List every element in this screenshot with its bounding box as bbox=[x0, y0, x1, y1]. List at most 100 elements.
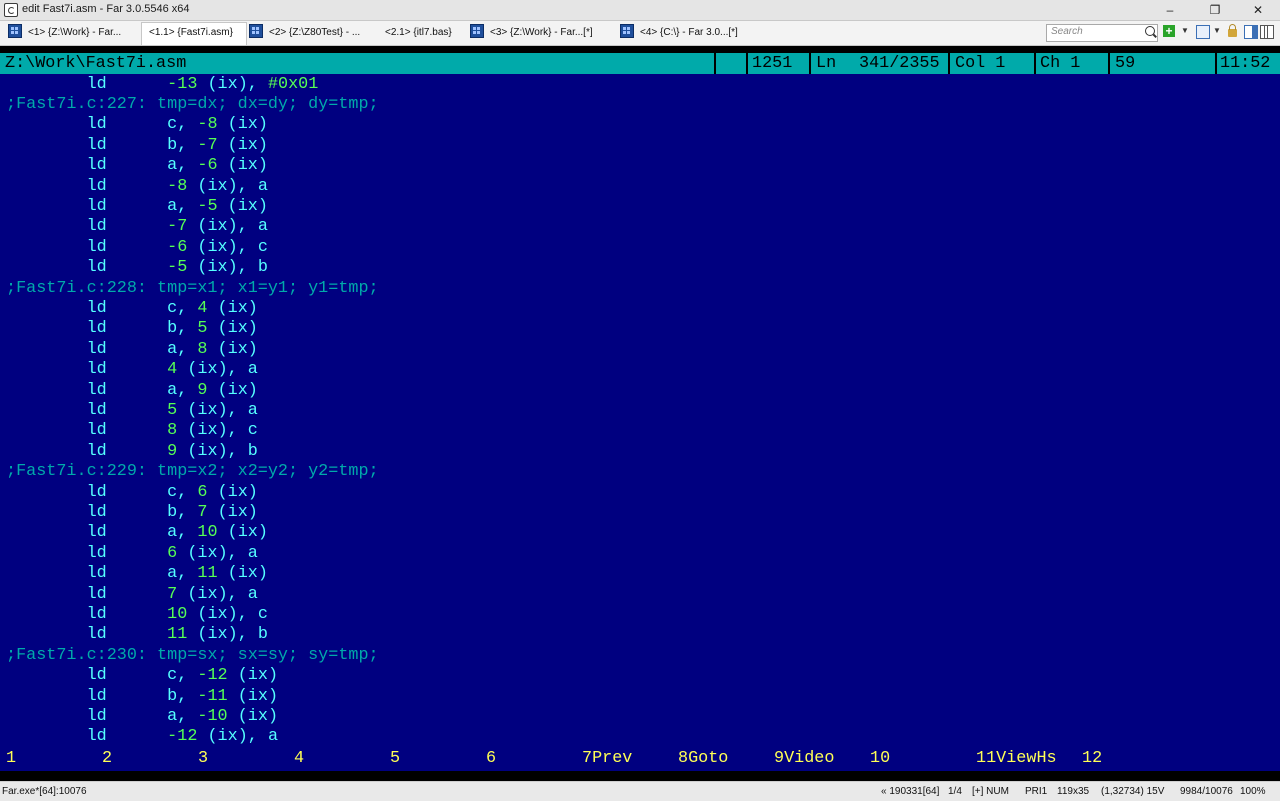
tab-label: <2> {Z:\Z80Test} - ... bbox=[269, 27, 361, 38]
line-label: Ln bbox=[816, 54, 837, 73]
tab-label: <4> {C:\} - Far 3.0...[*] bbox=[640, 27, 738, 38]
chevron-down-icon[interactable]: ▼ bbox=[1213, 26, 1221, 35]
tab-2-1-editor[interactable]: <2.1> {itl7.bas} bbox=[385, 23, 465, 43]
buffer-position: « 190331[64] bbox=[881, 786, 940, 797]
process-info: Far.exe*[64]:10076 bbox=[2, 786, 87, 797]
codepage: 1251 bbox=[752, 54, 793, 73]
code-line: ld -7 (ix), a bbox=[86, 217, 268, 237]
console-status-bar: Far.exe*[64]:10076 « 190331[64] 1/4 [+] … bbox=[0, 781, 1280, 801]
console-area[interactable]: Z:\Work\Fast7i.asm 1251 Ln 341/2355 Col … bbox=[0, 46, 1280, 781]
code-line: ld -5 (ix), b bbox=[86, 258, 268, 278]
f7-key[interactable]: 7Prev bbox=[582, 749, 632, 769]
fkey-number: 5 bbox=[390, 749, 401, 768]
search-input[interactable]: Search bbox=[1046, 24, 1158, 42]
tab-4-far[interactable]: <4> {C:\} - Far 3.0...[*] bbox=[620, 23, 760, 43]
f5-key[interactable]: 5 bbox=[390, 749, 400, 769]
fkey-number: 1 bbox=[6, 749, 17, 768]
editor-status-line: Z:\Work\Fast7i.asm 1251 Ln 341/2355 Col … bbox=[0, 53, 1280, 74]
fkey-number: 7 bbox=[582, 749, 593, 768]
f6-key[interactable]: 6 bbox=[486, 749, 496, 769]
f4-key[interactable]: 4 bbox=[294, 749, 304, 769]
far-app-icon bbox=[4, 3, 18, 17]
char-code: 59 bbox=[1115, 54, 1136, 73]
console-size: 119x35 bbox=[1057, 786, 1090, 797]
search-icon[interactable] bbox=[1145, 26, 1155, 36]
priority: PRI1 bbox=[1025, 786, 1048, 797]
code-line: ld a, 10 (ix) bbox=[86, 523, 268, 543]
line-position: 341/2355 bbox=[859, 54, 940, 73]
minimize-button[interactable]: – bbox=[1148, 0, 1192, 20]
code-line: ld -8 (ix), a bbox=[86, 176, 268, 196]
function-key-bar: 1 2 3 4 5 6 7Prev 8Goto 9Video 10 11ViewHs 12 bbox=[0, 749, 1280, 771]
tab-3-far[interactable]: <3> {Z:\Work} - Far...[*] bbox=[470, 23, 616, 43]
fkey-label: Prev bbox=[592, 749, 633, 768]
fkey-number: 8 bbox=[678, 749, 689, 768]
tab-label: <1> {Z:\Work} - Far... bbox=[28, 27, 122, 38]
code-line: ld c, -12 (ix) bbox=[86, 666, 279, 686]
code-comment-line: ;Fast7i.c:228: tmp=x1; x1=y1; y1=tmp; bbox=[6, 278, 379, 298]
code-comment-line: ;Fast7i.c:230: tmp=sx; sx=sy; sy=tmp; bbox=[6, 645, 379, 665]
tab-bar: <1> {Z:\Work} - Far... <1.1> {Fast7i.asm… bbox=[0, 21, 1280, 46]
code-line: ld 8 (ix), c bbox=[86, 421, 258, 441]
f10-key[interactable]: 10 bbox=[870, 749, 890, 769]
code-line: ld a, 9 (ix) bbox=[86, 380, 258, 400]
code-line: ld a, -6 (ix) bbox=[86, 156, 268, 176]
page-indicator: 1/4 bbox=[948, 786, 962, 797]
code-line: ld -13 (ix), #0x01 bbox=[86, 74, 319, 94]
fkey-label: Video bbox=[784, 749, 835, 768]
code-line: ld 7 (ix), a bbox=[86, 584, 258, 604]
columns-icon[interactable] bbox=[1260, 25, 1274, 39]
tab-label: <2.1> {itl7.bas} bbox=[385, 27, 452, 38]
code-line: ld c, -8 (ix) bbox=[86, 115, 268, 135]
f12-key[interactable]: 12 bbox=[1082, 749, 1102, 769]
fkey-number: 11 bbox=[976, 749, 997, 768]
f8-key[interactable]: 8Goto bbox=[678, 749, 728, 769]
chevron-down-icon[interactable]: ▼ bbox=[1181, 26, 1189, 35]
code-line: ld a, 11 (ix) bbox=[86, 564, 268, 584]
keyboard-modes: [+] NUM bbox=[972, 786, 1009, 797]
code-line: ld -6 (ix), c bbox=[86, 237, 268, 257]
file-path: Z:\Work\Fast7i.asm bbox=[5, 54, 187, 73]
clock: 11:52 bbox=[1220, 54, 1271, 73]
plus-icon[interactable]: + bbox=[1163, 25, 1175, 37]
far-console-icon bbox=[8, 24, 22, 39]
far-console-icon bbox=[470, 24, 484, 39]
grid-icon[interactable] bbox=[1196, 25, 1210, 39]
fkey-number: 2 bbox=[102, 749, 113, 768]
code-line: ld b, 5 (ix) bbox=[86, 319, 258, 339]
tab-2-far[interactable]: <2> {Z:\Z80Test} - ... bbox=[249, 23, 377, 43]
close-button[interactable]: ✕ bbox=[1236, 0, 1280, 20]
tab-1-far[interactable]: <1> {Z:\Work} - Far... bbox=[8, 23, 140, 43]
f3-key[interactable]: 3 bbox=[198, 749, 208, 769]
f2-key[interactable]: 2 bbox=[102, 749, 112, 769]
code-line: ld -12 (ix), a bbox=[86, 727, 279, 747]
search-placeholder: Search bbox=[1051, 26, 1083, 37]
lock-icon[interactable] bbox=[1228, 24, 1237, 37]
code-line: ld 9 (ix), b bbox=[86, 441, 258, 461]
memory-usage: 9984/10076 bbox=[1180, 786, 1233, 797]
tab-1-1-editor[interactable]: <1.1> {Fast7i.asm} bbox=[141, 22, 247, 45]
f1-key[interactable]: 1 bbox=[6, 749, 16, 769]
code-comment-line: ;Fast7i.c:229: tmp=x2; x2=y2; y2=tmp; bbox=[6, 462, 379, 482]
fkey-number: 9 bbox=[774, 749, 785, 768]
f11-key[interactable]: 11ViewHs bbox=[976, 749, 1057, 769]
code-line: ld a, -5 (ix) bbox=[86, 196, 268, 216]
fkey-number: 3 bbox=[198, 749, 209, 768]
tab-label: <3> {Z:\Work} - Far...[*] bbox=[490, 27, 593, 38]
code-line: ld a, 8 (ix) bbox=[86, 339, 258, 359]
code-line: ld b, -11 (ix) bbox=[86, 686, 279, 706]
code-line: ld c, 4 (ix) bbox=[86, 298, 258, 318]
code-line: ld 11 (ix), b bbox=[86, 625, 268, 645]
code-line: ld 6 (ix), a bbox=[86, 543, 258, 563]
restore-button[interactable]: ❐ bbox=[1193, 0, 1237, 20]
fkey-number: 12 bbox=[1082, 749, 1103, 768]
code-editor[interactable]: ld -13 (ix), #0x01 ;Fast7i.c:227: tmp=dx;… bbox=[0, 74, 1280, 756]
code-line: ld 5 (ix), a bbox=[86, 400, 258, 420]
code-line: ld c, 6 (ix) bbox=[86, 482, 258, 502]
f9-key[interactable]: 9Video bbox=[774, 749, 834, 769]
code-line: ld b, -7 (ix) bbox=[86, 135, 268, 155]
fkey-number: 4 bbox=[294, 749, 305, 768]
panel-icon[interactable] bbox=[1244, 25, 1258, 39]
window-title-bar[interactable]: edit Fast7i.asm - Far 3.0.5546 x64 – ❐ ✕ bbox=[0, 0, 1280, 21]
code-line: ld b, 7 (ix) bbox=[86, 502, 258, 522]
